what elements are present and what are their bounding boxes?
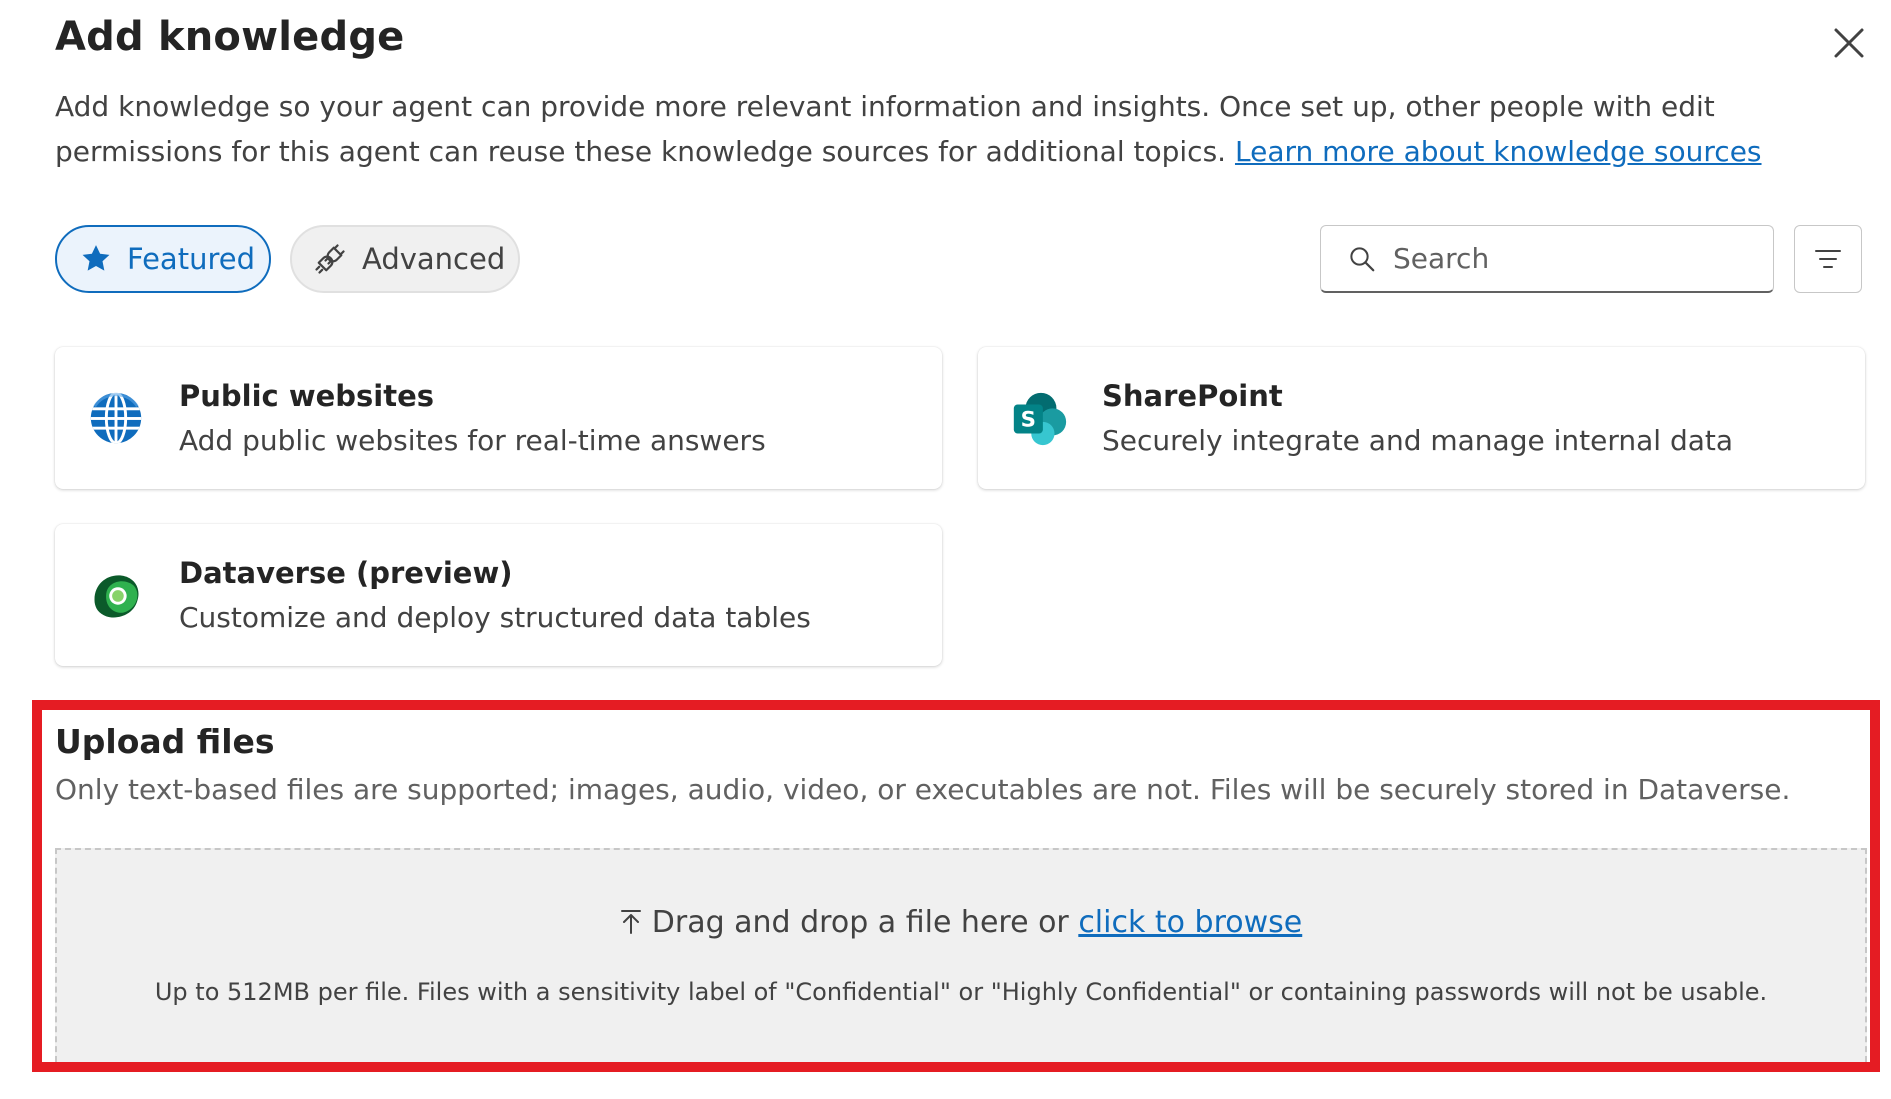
search-icon bbox=[1350, 246, 1375, 271]
plug-icon bbox=[315, 244, 345, 274]
source-description: Customize and deploy structured data tab… bbox=[179, 601, 811, 634]
source-title: SharePoint bbox=[1102, 379, 1283, 413]
sharepoint-icon: S bbox=[1013, 392, 1067, 446]
dataverse-icon bbox=[94, 575, 139, 618]
star-icon bbox=[82, 245, 110, 271]
search-box[interactable] bbox=[1320, 225, 1774, 293]
source-description: Add public websites for real-time answer… bbox=[179, 424, 766, 457]
close-icon[interactable] bbox=[1830, 24, 1868, 62]
dialog-title: Add knowledge bbox=[55, 14, 405, 60]
svg-text:S: S bbox=[1021, 408, 1036, 433]
tab-featured[interactable]: Featured bbox=[55, 225, 271, 293]
source-card-public-websites[interactable]: Public websites Add public websites for … bbox=[55, 347, 942, 489]
globe-icon bbox=[90, 392, 142, 444]
source-title: Public websites bbox=[179, 379, 435, 413]
highlight-box bbox=[32, 700, 1880, 1072]
learn-more-link[interactable]: Learn more about knowledge sources bbox=[1235, 135, 1762, 168]
source-card-dataverse[interactable]: Dataverse (preview) Customize and deploy… bbox=[55, 524, 942, 666]
tab-advanced-label: Advanced bbox=[362, 242, 506, 276]
tab-featured-label: Featured bbox=[127, 242, 255, 276]
filter-icon bbox=[1815, 250, 1841, 268]
dialog-description: Add knowledge so your agent can provide … bbox=[55, 84, 1815, 174]
filter-button[interactable] bbox=[1794, 225, 1862, 293]
source-card-sharepoint[interactable]: S SharePoint Securely integrate and mana… bbox=[978, 347, 1865, 489]
source-title: Dataverse (preview) bbox=[179, 556, 513, 590]
search-input[interactable] bbox=[1391, 241, 1735, 276]
source-description: Securely integrate and manage internal d… bbox=[1102, 424, 1734, 457]
tab-advanced[interactable]: Advanced bbox=[290, 225, 520, 293]
